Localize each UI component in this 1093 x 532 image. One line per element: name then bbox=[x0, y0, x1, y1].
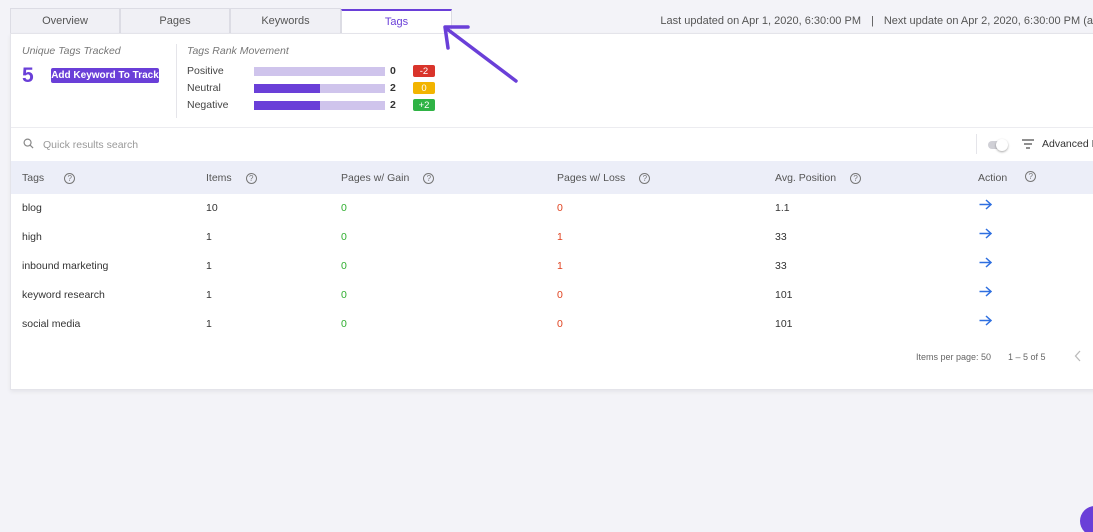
column-tags[interactable]: Tags? bbox=[22, 172, 76, 184]
movement-count: 2 bbox=[390, 82, 396, 94]
column-avg-position[interactable]: Avg. Position? bbox=[775, 172, 862, 184]
avg-position-cell: 101 bbox=[775, 318, 793, 330]
arrow-right-icon[interactable] bbox=[979, 315, 993, 329]
items-cell: 1 bbox=[206, 318, 212, 330]
loss-cell: 0 bbox=[557, 289, 563, 301]
chat-fab-button[interactable] bbox=[1080, 506, 1093, 532]
items-cell: 1 bbox=[206, 260, 212, 272]
gain-cell: 0 bbox=[341, 260, 347, 272]
column-label: Pages w/ Gain bbox=[341, 172, 410, 184]
update-info: Last updated on Apr 1, 2020, 6:30:00 PM |… bbox=[660, 15, 1093, 27]
avg-position-cell: 1.1 bbox=[775, 202, 790, 214]
table-row: social media 1 0 0 101 bbox=[11, 310, 1093, 339]
tags-card: Unique Tags Tracked 5 Add Keyword To Tra… bbox=[10, 33, 1093, 390]
rank-movement-label: Tags Rank Movement bbox=[187, 45, 289, 57]
last-updated-text: Last updated on Apr 1, 2020, 6:30:00 PM bbox=[660, 15, 861, 27]
movement-bar-fill bbox=[254, 84, 320, 93]
table-row: keyword research 1 0 0 101 bbox=[11, 281, 1093, 310]
column-gain[interactable]: Pages w/ Gain? bbox=[341, 172, 435, 184]
column-label: Tags bbox=[22, 172, 45, 184]
column-loss[interactable]: Pages w/ Loss? bbox=[557, 172, 651, 184]
loss-cell: 0 bbox=[557, 318, 563, 330]
help-icon[interactable]: ? bbox=[423, 172, 435, 184]
chevron-left-icon[interactable] bbox=[1074, 350, 1082, 365]
unique-tags-count: 5 bbox=[22, 64, 34, 87]
column-items[interactable]: Items? bbox=[206, 172, 257, 184]
movement-row-neutral: Neutral 2 0 bbox=[187, 82, 447, 96]
arrow-right-icon[interactable] bbox=[979, 286, 993, 300]
gain-cell: 0 bbox=[341, 231, 347, 243]
table-row: inbound marketing 1 0 1 33 bbox=[11, 252, 1093, 281]
search-icon bbox=[23, 138, 34, 152]
tag-cell: high bbox=[22, 231, 42, 243]
gain-cell: 0 bbox=[341, 289, 347, 301]
help-icon[interactable]: ? bbox=[1025, 170, 1037, 182]
column-action: Action? bbox=[978, 170, 1037, 184]
loss-cell: 0 bbox=[557, 202, 563, 214]
items-per-page[interactable]: Items per page: 50 bbox=[916, 352, 991, 362]
movement-row-negative: Negative 2 +2 bbox=[187, 99, 447, 113]
movement-bar bbox=[254, 101, 385, 110]
quick-search-input[interactable] bbox=[43, 137, 443, 153]
movement-label: Neutral bbox=[187, 82, 221, 94]
column-label: Avg. Position bbox=[775, 172, 837, 184]
tab-overview[interactable]: Overview bbox=[10, 8, 120, 33]
help-icon[interactable]: ? bbox=[64, 172, 76, 184]
movement-badge: +2 bbox=[413, 99, 435, 111]
movement-count: 0 bbox=[390, 65, 396, 77]
update-separator: | bbox=[871, 15, 874, 27]
arrow-right-icon[interactable] bbox=[979, 257, 993, 271]
movement-label: Negative bbox=[187, 99, 229, 111]
column-label: Items bbox=[206, 172, 232, 184]
advanced-filter-button[interactable]: Advanced Fi bbox=[1042, 138, 1093, 150]
avg-position-cell: 33 bbox=[775, 260, 787, 272]
items-cell: 1 bbox=[206, 289, 212, 301]
help-icon[interactable]: ? bbox=[639, 172, 651, 184]
arrow-right-icon[interactable] bbox=[979, 228, 993, 242]
section-divider bbox=[11, 127, 1093, 128]
unique-tags-label: Unique Tags Tracked bbox=[22, 45, 121, 57]
tag-cell: inbound marketing bbox=[22, 260, 109, 272]
movement-bar bbox=[254, 84, 385, 93]
tab-pages[interactable]: Pages bbox=[120, 8, 230, 33]
movement-bar-fill bbox=[254, 101, 320, 110]
filter-divider bbox=[976, 134, 977, 154]
toggle-knob bbox=[996, 139, 1008, 151]
next-update-text: Next update on Apr 2, 2020, 6:30:00 PM (… bbox=[883, 15, 1093, 27]
filter-toggle[interactable] bbox=[988, 139, 1008, 151]
summary-divider bbox=[176, 44, 177, 118]
items-cell: 1 bbox=[206, 231, 212, 243]
table-row: blog 10 0 0 1.1 bbox=[11, 194, 1093, 223]
movement-bar bbox=[254, 67, 385, 76]
movement-row-positive: Positive 0 -2 bbox=[187, 65, 447, 79]
items-cell: 10 bbox=[206, 202, 218, 214]
loss-cell: 1 bbox=[557, 231, 563, 243]
column-label: Pages w/ Loss bbox=[557, 172, 626, 184]
avg-position-cell: 33 bbox=[775, 231, 787, 243]
movement-count: 2 bbox=[390, 99, 396, 111]
add-keyword-button[interactable]: Add Keyword To Track bbox=[51, 68, 159, 83]
help-icon[interactable]: ? bbox=[850, 172, 862, 184]
filter-icon[interactable] bbox=[1022, 139, 1034, 152]
help-icon[interactable]: ? bbox=[245, 172, 257, 184]
page-range: 1 – 5 of 5 bbox=[1008, 352, 1046, 362]
annotation-arrow-icon bbox=[443, 25, 518, 83]
table-row: high 1 0 1 33 bbox=[11, 223, 1093, 252]
avg-position-cell: 101 bbox=[775, 289, 793, 301]
tab-keywords[interactable]: Keywords bbox=[230, 8, 341, 33]
tag-cell: blog bbox=[22, 202, 42, 214]
arrow-right-icon[interactable] bbox=[979, 199, 993, 213]
loss-cell: 1 bbox=[557, 260, 563, 272]
tag-cell: keyword research bbox=[22, 289, 105, 301]
tag-cell: social media bbox=[22, 318, 81, 330]
movement-label: Positive bbox=[187, 65, 224, 77]
tab-bar: Overview Pages Keywords Tags Last update… bbox=[0, 0, 1093, 33]
table-header: Tags? Items? Pages w/ Gain? Pages w/ Los… bbox=[11, 161, 1093, 194]
column-label: Action bbox=[978, 172, 1008, 184]
gain-cell: 0 bbox=[341, 202, 347, 214]
gain-cell: 0 bbox=[341, 318, 347, 330]
